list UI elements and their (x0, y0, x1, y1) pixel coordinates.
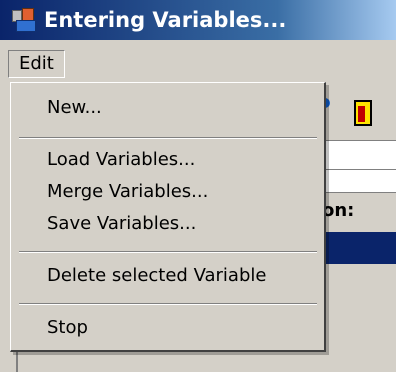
menu-separator (19, 251, 317, 253)
background-label: on: (322, 200, 355, 221)
menu-separator (19, 137, 317, 139)
door-exit-icon[interactable] (354, 100, 372, 126)
app-blocks-icon (10, 6, 38, 34)
edit-dropdown-menu: New... Load Variables... Merge Variables… (10, 82, 326, 352)
menu-edit[interactable]: Edit (8, 50, 65, 78)
title-bar[interactable]: Entering Variables... (0, 0, 396, 40)
menu-item-load-variables[interactable]: Load Variables... (47, 149, 195, 170)
selected-row-band (322, 232, 396, 264)
menu-separator (19, 303, 317, 305)
menu-item-stop[interactable]: Stop (47, 317, 88, 338)
window-title: Entering Variables... (44, 8, 287, 32)
main-window: Entering Variables... Edit on: New... Lo… (0, 0, 396, 372)
menu-item-merge-variables[interactable]: Merge Variables... (47, 181, 208, 202)
menu-item-new[interactable]: New... (47, 97, 102, 118)
menu-item-delete-selected-variable[interactable]: Delete selected Variable (47, 265, 266, 286)
menu-bar: Edit (0, 45, 396, 79)
background-field (320, 140, 396, 170)
background-field-2 (320, 170, 396, 193)
menu-item-save-variables[interactable]: Save Variables... (47, 213, 196, 234)
